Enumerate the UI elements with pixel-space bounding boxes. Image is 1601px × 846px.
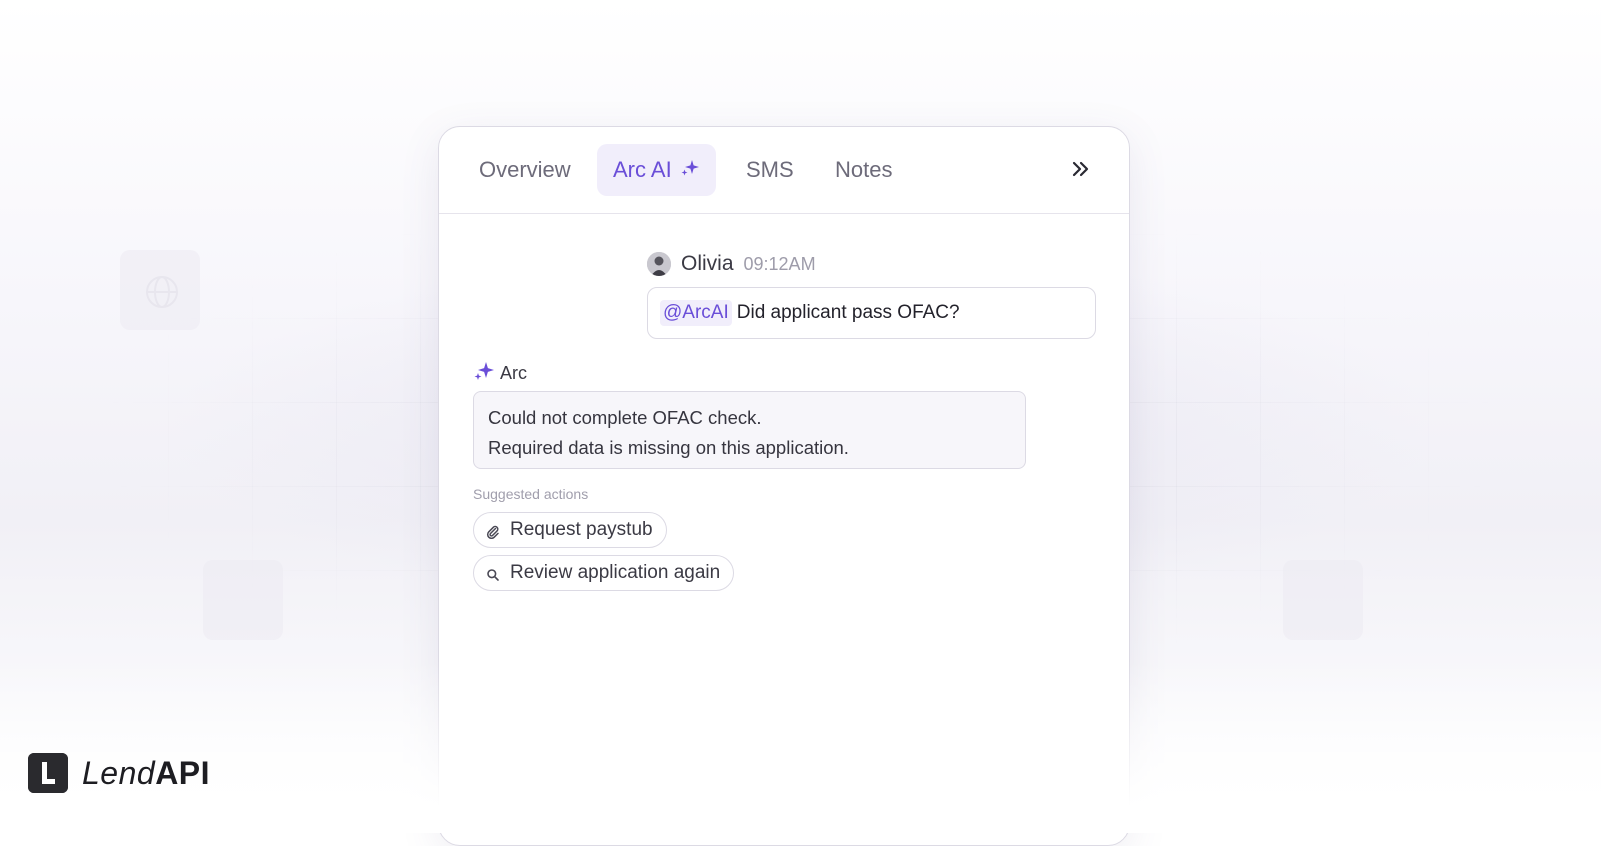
tab-arc-ai[interactable]: Arc AI xyxy=(597,144,716,196)
tab-label: Arc AI xyxy=(613,157,672,182)
brand-name-light: Lend xyxy=(82,754,156,791)
paperclip-icon xyxy=(486,523,500,540)
sparkle-icon xyxy=(680,144,700,196)
tab-label: SMS xyxy=(746,157,794,182)
review-application-button[interactable]: Review application again xyxy=(473,555,735,591)
tab-notes[interactable]: Notes xyxy=(819,144,908,196)
brand-name-bold: API xyxy=(155,754,211,791)
double-chevron-right-icon[interactable] xyxy=(1067,156,1093,182)
suggested-actions-label: Suggested actions xyxy=(473,486,589,502)
message-author: Olivia xyxy=(681,252,734,275)
logo-icon xyxy=(28,753,68,793)
tab-bar: Overview Arc AI SMS Notes xyxy=(439,127,1129,214)
mention-tag[interactable]: @ArcAI xyxy=(660,300,732,326)
brand-name: LendAPI xyxy=(82,755,210,792)
user-message-header: Olivia 09:12AM xyxy=(647,251,816,277)
tab-label: Overview xyxy=(479,157,571,182)
message-author: Arc xyxy=(500,362,527,383)
arc-message-header: Arc xyxy=(473,361,527,385)
avatar xyxy=(647,252,671,276)
tab-sms[interactable]: SMS xyxy=(730,144,810,196)
message-line: Could not complete OFAC check. xyxy=(488,407,762,428)
action-label: Review application again xyxy=(510,562,721,583)
background-tile xyxy=(203,560,283,640)
action-label: Request paystub xyxy=(510,519,653,540)
message-text: Did applicant pass OFAC? xyxy=(736,302,960,323)
message-line: Required data is missing on this applica… xyxy=(488,437,849,458)
search-icon xyxy=(486,566,500,581)
tab-overview[interactable]: Overview xyxy=(463,144,587,196)
background-tile xyxy=(120,250,200,330)
user-message-bubble: @ArcAI Did applicant pass OFAC? xyxy=(647,287,1096,339)
arc-message-bubble: Could not complete OFAC check. Required … xyxy=(473,391,1026,469)
bottom-fade xyxy=(0,660,1601,833)
background-tile xyxy=(1283,560,1363,640)
sparkle-icon xyxy=(473,360,495,387)
message-time: 09:12AM xyxy=(743,253,816,274)
request-paystub-button[interactable]: Request paystub xyxy=(473,512,667,548)
tab-label: Notes xyxy=(835,157,893,182)
brand-logo: LendAPI xyxy=(28,753,210,793)
